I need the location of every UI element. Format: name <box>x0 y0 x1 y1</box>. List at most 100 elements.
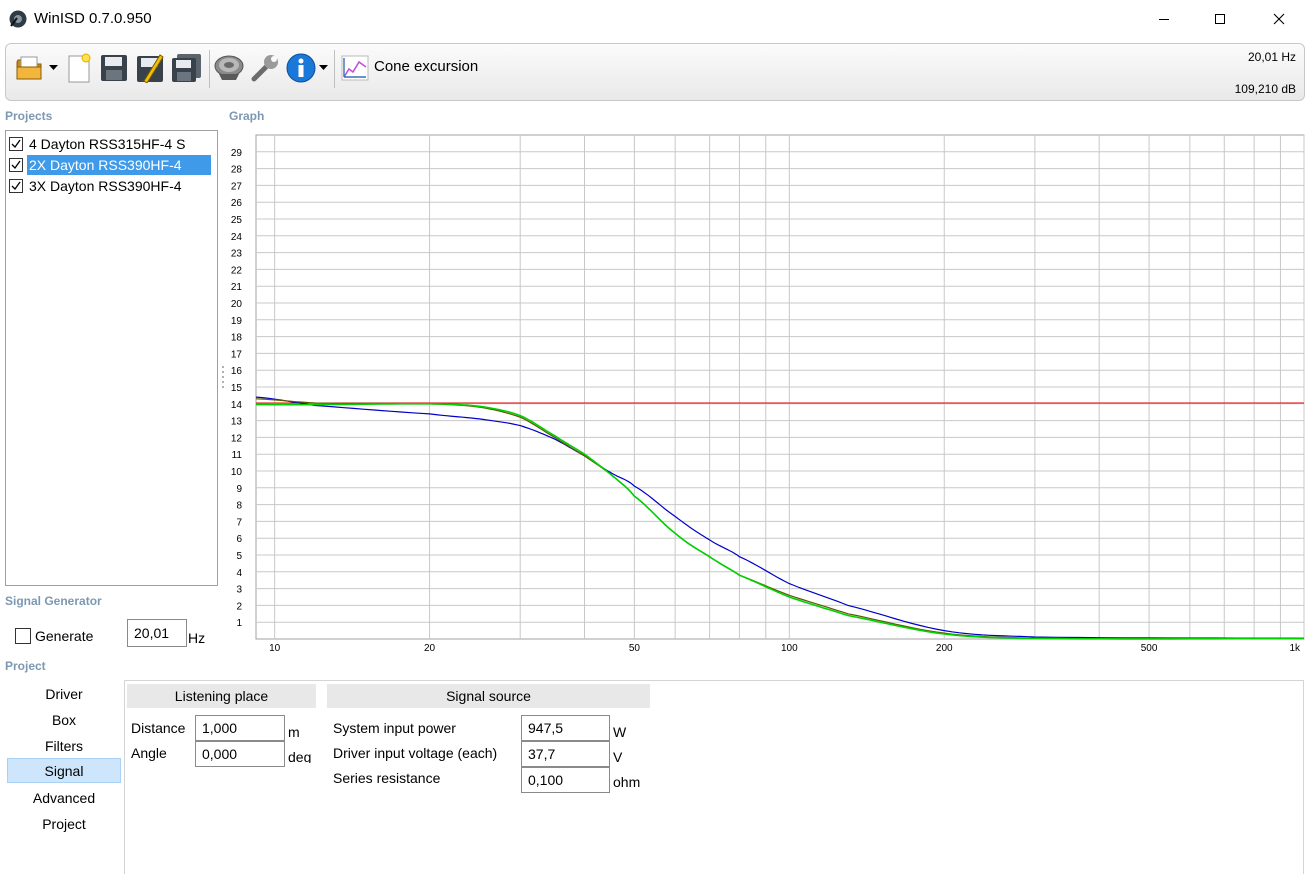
minimize-icon[interactable] <box>1141 0 1187 38</box>
window-title: WinISD 0.7.0.950 <box>34 10 152 27</box>
x-tick-label: 500 <box>1141 643 1158 654</box>
project-checkbox[interactable] <box>9 158 23 172</box>
graph-section-title: Graph <box>229 109 265 123</box>
new-document-icon[interactable] <box>64 50 94 86</box>
system-input-power-unit: W <box>613 724 627 740</box>
y-tick-label: 3 <box>236 585 242 596</box>
y-tick-label: 5 <box>236 551 242 562</box>
cone-excursion-graph[interactable]: 1234567891011121314151617181920212223242… <box>222 130 1306 657</box>
y-tick-label: 23 <box>231 249 243 260</box>
close-icon[interactable] <box>1256 0 1302 38</box>
checkmark-icon <box>11 139 21 149</box>
y-tick-label: 16 <box>231 366 243 377</box>
dropdown-arrow-icon[interactable] <box>317 50 329 86</box>
x-tick-label: 20 <box>424 643 436 654</box>
y-tick-label: 15 <box>231 383 243 394</box>
speaker-icon <box>8 9 28 29</box>
project-item[interactable]: 3X Dayton RSS390HF-4 <box>9 176 215 196</box>
checkmark-icon <box>11 181 21 191</box>
toolbar-separator <box>209 50 210 88</box>
y-tick-label: 10 <box>231 467 243 478</box>
angle-input[interactable]: 0,000 <box>195 741 285 767</box>
y-tick-label: 6 <box>236 534 242 545</box>
y-tick-label: 19 <box>231 316 243 327</box>
signal-generator-title: Signal Generator <box>5 594 102 608</box>
series-resistance-unit: ohm <box>613 774 641 790</box>
y-tick-label: 29 <box>231 148 243 159</box>
signal-panel <box>124 680 1304 874</box>
nav-project[interactable]: Project <box>7 812 121 836</box>
signal-source-title: Signal source <box>327 684 650 708</box>
project-label: 2X Dayton RSS390HF-4 <box>27 155 211 175</box>
checkmark-icon <box>11 160 21 170</box>
x-tick-label: 10 <box>269 643 281 654</box>
driver-input-voltage-input[interactable]: 37,7 <box>521 741 610 767</box>
series-resistance-input[interactable]: 0,100 <box>521 767 610 793</box>
y-tick-label: 8 <box>236 501 242 512</box>
info-icon[interactable] <box>285 50 317 86</box>
project-label: 4 Dayton RSS315HF-4 S <box>29 136 186 152</box>
save-icon[interactable] <box>98 50 130 86</box>
system-input-power-label: System input power <box>333 720 456 736</box>
y-tick-label: 4 <box>236 568 242 579</box>
driver-input-voltage-unit: V <box>613 749 623 765</box>
project-section-title: Project <box>5 659 46 673</box>
y-tick-label: 13 <box>231 417 243 428</box>
open-folder-icon[interactable] <box>14 50 46 86</box>
distance-unit: m <box>288 724 300 740</box>
toolbar: Cone excursion 20,01 Hz 109,210 dB <box>5 43 1305 101</box>
listening-place-title: Listening place <box>127 684 316 708</box>
nav-advanced[interactable]: Advanced <box>7 786 121 810</box>
y-tick-label: 1 <box>236 618 242 629</box>
graph-type-label[interactable]: Cone excursion <box>374 58 478 75</box>
y-tick-label: 25 <box>231 215 243 226</box>
projects-list: 4 Dayton RSS315HF-4 S 2X Dayton RSS390HF-… <box>5 130 218 586</box>
y-tick-label: 20 <box>231 299 243 310</box>
x-tick-label: 1k <box>1289 643 1301 654</box>
y-tick-label: 17 <box>231 349 243 360</box>
y-tick-label: 28 <box>231 165 243 176</box>
angle-unit: deg <box>288 749 312 763</box>
y-tick-label: 18 <box>231 333 243 344</box>
project-item[interactable]: 2X Dayton RSS390HF-4 <box>9 155 215 175</box>
nav-box[interactable]: Box <box>7 708 121 732</box>
nav-filters[interactable]: Filters <box>7 734 121 758</box>
y-tick-label: 7 <box>236 517 242 528</box>
generate-checkbox[interactable] <box>15 628 31 644</box>
y-tick-label: 22 <box>231 265 243 276</box>
project-checkbox[interactable] <box>9 179 23 193</box>
save-all-icon[interactable] <box>170 50 204 86</box>
y-tick-label: 21 <box>231 282 243 293</box>
y-tick-label: 24 <box>231 232 243 243</box>
projects-section-title: Projects <box>5 109 53 123</box>
distance-label: Distance <box>131 720 186 736</box>
chart-icon[interactable] <box>340 50 370 86</box>
project-label: 3X Dayton RSS390HF-4 <box>29 178 182 194</box>
project-item[interactable]: 4 Dayton RSS315HF-4 S <box>9 134 215 154</box>
angle-label: Angle <box>131 745 167 761</box>
y-tick-label: 14 <box>231 400 243 411</box>
x-tick-label: 100 <box>781 643 798 654</box>
y-tick-label: 27 <box>231 181 243 192</box>
nav-signal[interactable]: Signal <box>7 758 121 783</box>
project-checkbox[interactable] <box>9 137 23 151</box>
distance-input[interactable]: 1,000 <box>195 715 285 741</box>
y-tick-label: 2 <box>236 601 242 612</box>
driver-input-voltage-label: Driver input voltage (each) <box>333 745 498 761</box>
driver-icon[interactable] <box>213 50 245 86</box>
generator-frequency-input[interactable]: 20,01 <box>127 619 187 647</box>
y-tick-label: 12 <box>231 433 243 444</box>
title-bar: WinISD 0.7.0.950 <box>0 0 1309 38</box>
frequency-readout: 20,01 Hz <box>1247 50 1296 64</box>
save-as-icon[interactable] <box>134 50 166 86</box>
x-tick-label: 50 <box>629 643 641 654</box>
maximize-icon[interactable] <box>1197 0 1243 38</box>
x-tick-label: 200 <box>936 643 953 654</box>
system-input-power-input[interactable]: 947,5 <box>521 715 610 741</box>
wrench-icon[interactable] <box>249 50 281 86</box>
level-readout: 109,210 dB <box>1234 82 1296 96</box>
y-tick-label: 9 <box>236 484 242 495</box>
dropdown-arrow-icon[interactable] <box>47 50 59 86</box>
generator-frequency-unit: Hz <box>188 630 206 646</box>
nav-driver[interactable]: Driver <box>7 682 121 706</box>
